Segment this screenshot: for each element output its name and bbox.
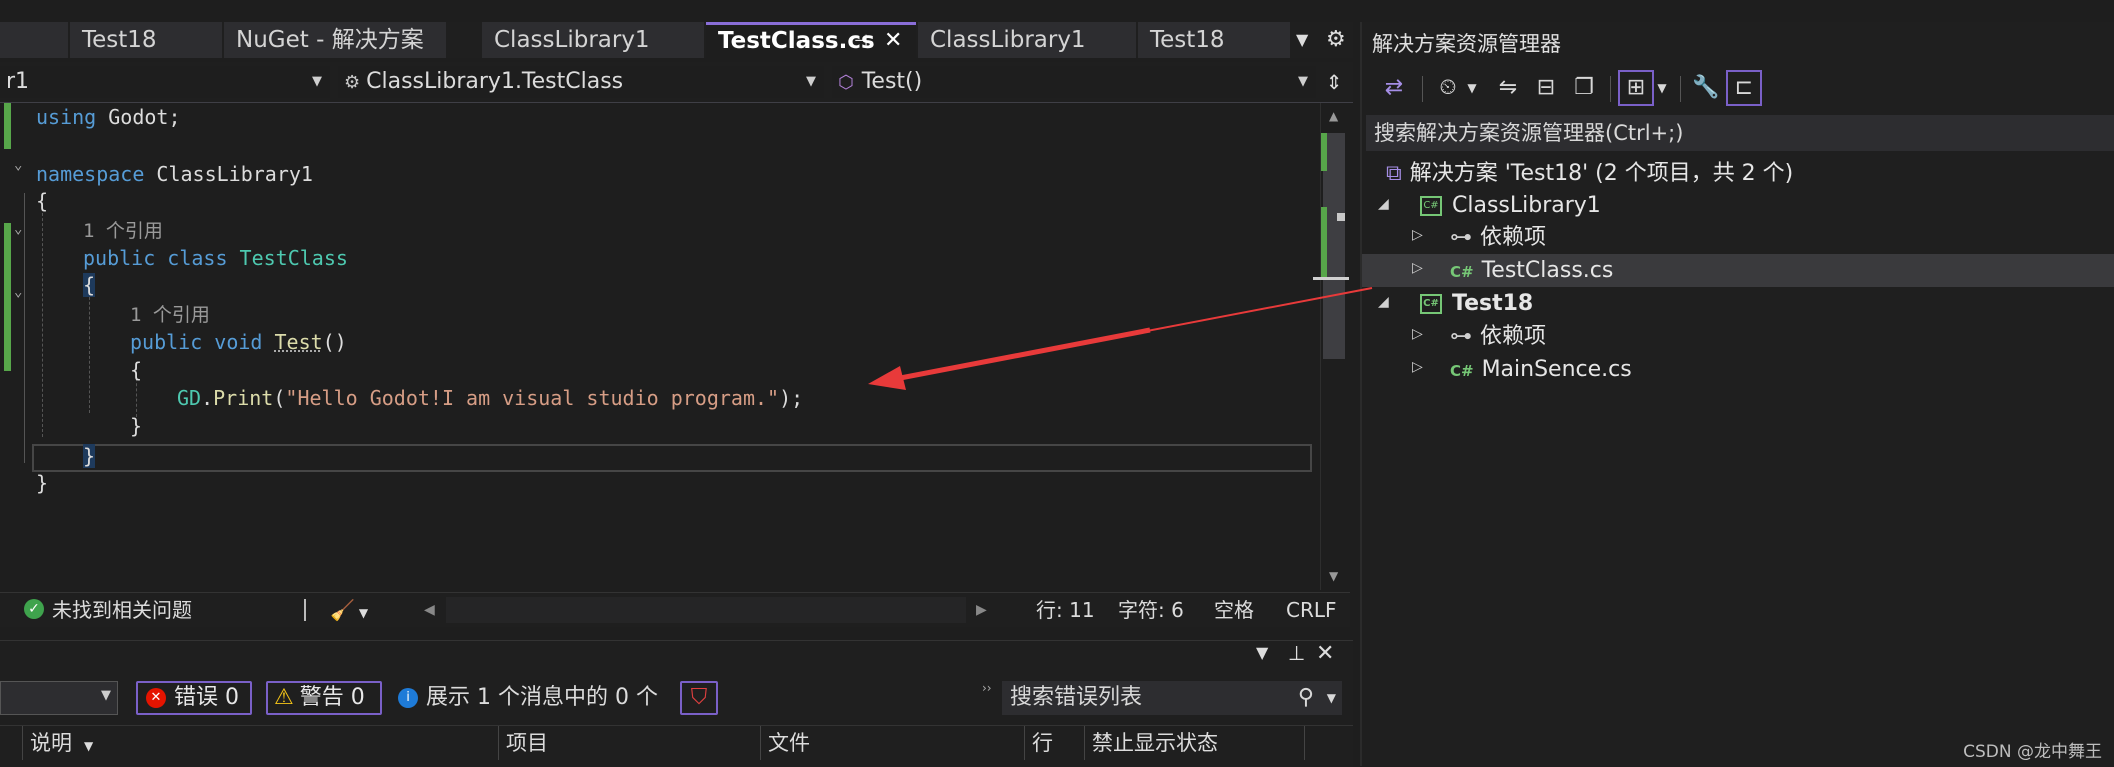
arrow-head xyxy=(868,366,906,390)
annotation-arrow xyxy=(868,287,1373,390)
arrow-shaft xyxy=(889,327,1151,383)
